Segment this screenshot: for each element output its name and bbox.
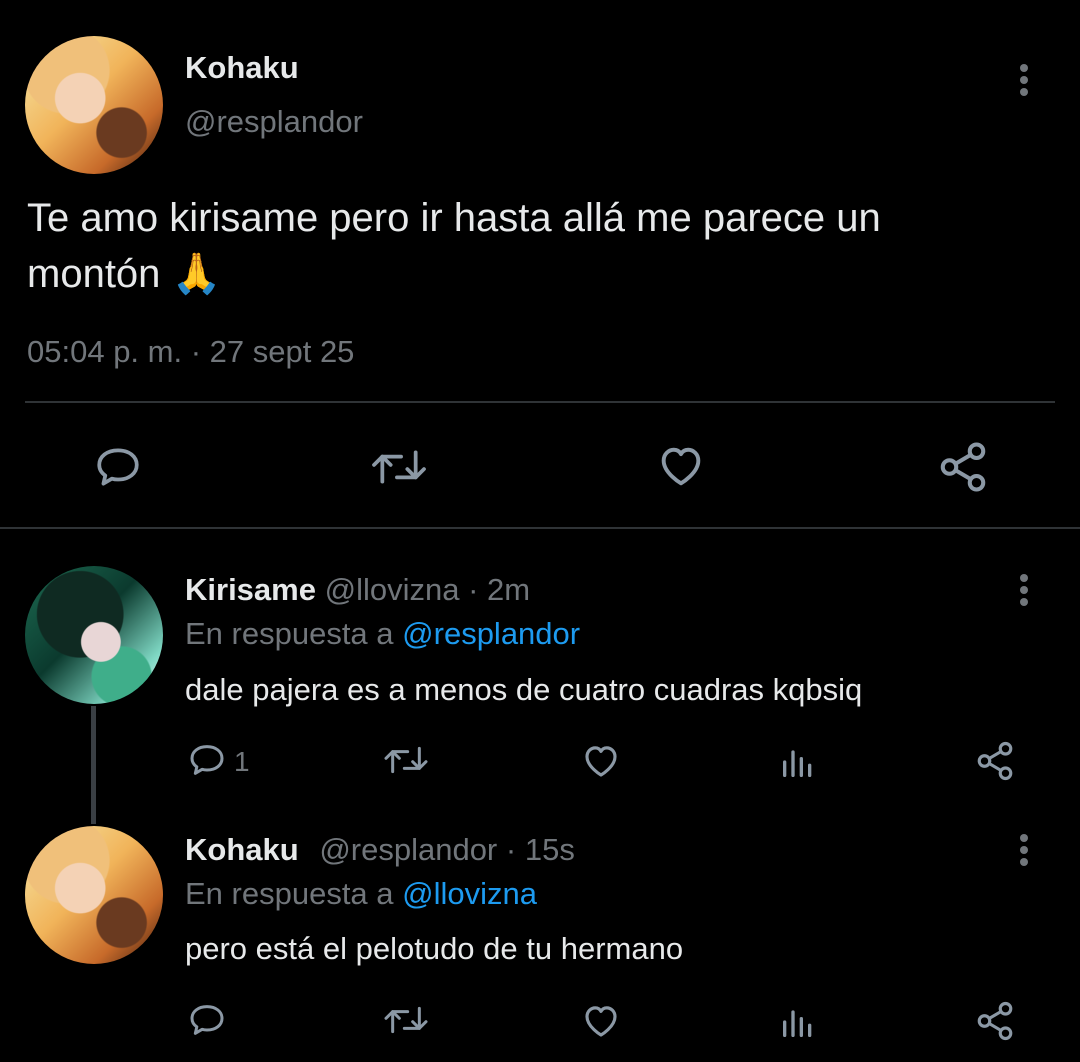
views-icon[interactable] bbox=[778, 1002, 818, 1042]
views-icon[interactable] bbox=[778, 742, 818, 782]
mention-link[interactable]: @resplandor bbox=[402, 616, 580, 651]
like-icon[interactable] bbox=[580, 1000, 622, 1042]
reply-icon[interactable] bbox=[186, 740, 228, 780]
reply-icon[interactable] bbox=[92, 442, 144, 492]
share-icon[interactable] bbox=[974, 740, 1016, 782]
reply-count: 1 bbox=[234, 746, 250, 777]
more-icon[interactable] bbox=[1020, 64, 1028, 100]
tweet-text: Te amo kirisame pero ir hasta allá me pa… bbox=[27, 196, 881, 240]
divider bbox=[25, 401, 1055, 403]
avatar[interactable] bbox=[25, 36, 163, 174]
retweet-icon[interactable] bbox=[382, 1000, 430, 1040]
timestamp[interactable]: 05:04 p. m. · 27 sept 25 bbox=[27, 334, 354, 370]
like-icon[interactable] bbox=[655, 440, 707, 492]
time[interactable]: 2m bbox=[487, 572, 530, 607]
separator: · bbox=[468, 572, 479, 607]
display-name[interactable]: Kirisame bbox=[185, 572, 316, 607]
tweet-text-line2: montón 🙏 bbox=[27, 252, 222, 296]
reply-context: En respuesta a bbox=[185, 876, 394, 911]
reply-text: dale pajera es a menos de cuatro cuadras… bbox=[185, 672, 863, 707]
avatar[interactable] bbox=[25, 826, 163, 964]
thread-line bbox=[91, 706, 96, 824]
retweet-icon[interactable] bbox=[368, 442, 430, 492]
like-icon[interactable] bbox=[580, 740, 622, 782]
handle[interactable]: @resplandor bbox=[319, 832, 497, 867]
reply-icon[interactable] bbox=[186, 1000, 228, 1040]
share-icon[interactable] bbox=[936, 440, 990, 494]
retweet-icon[interactable] bbox=[382, 740, 430, 780]
display-name[interactable]: Kohaku bbox=[185, 832, 299, 867]
separator: · bbox=[505, 832, 517, 867]
display-name[interactable]: Kohaku bbox=[185, 50, 299, 86]
share-icon[interactable] bbox=[974, 1000, 1016, 1042]
mention-link[interactable]: @llovizna bbox=[402, 876, 537, 911]
handle[interactable]: @llovizna bbox=[325, 572, 460, 607]
divider bbox=[0, 527, 1080, 529]
avatar[interactable] bbox=[25, 566, 163, 704]
more-icon[interactable] bbox=[1020, 834, 1028, 870]
reply-text: pero está el pelotudo de tu hermano bbox=[185, 931, 684, 966]
reply-context: En respuesta a bbox=[185, 616, 394, 651]
handle[interactable]: @resplandor bbox=[185, 104, 363, 140]
more-icon[interactable] bbox=[1020, 574, 1028, 610]
time[interactable]: 15s bbox=[525, 832, 575, 867]
